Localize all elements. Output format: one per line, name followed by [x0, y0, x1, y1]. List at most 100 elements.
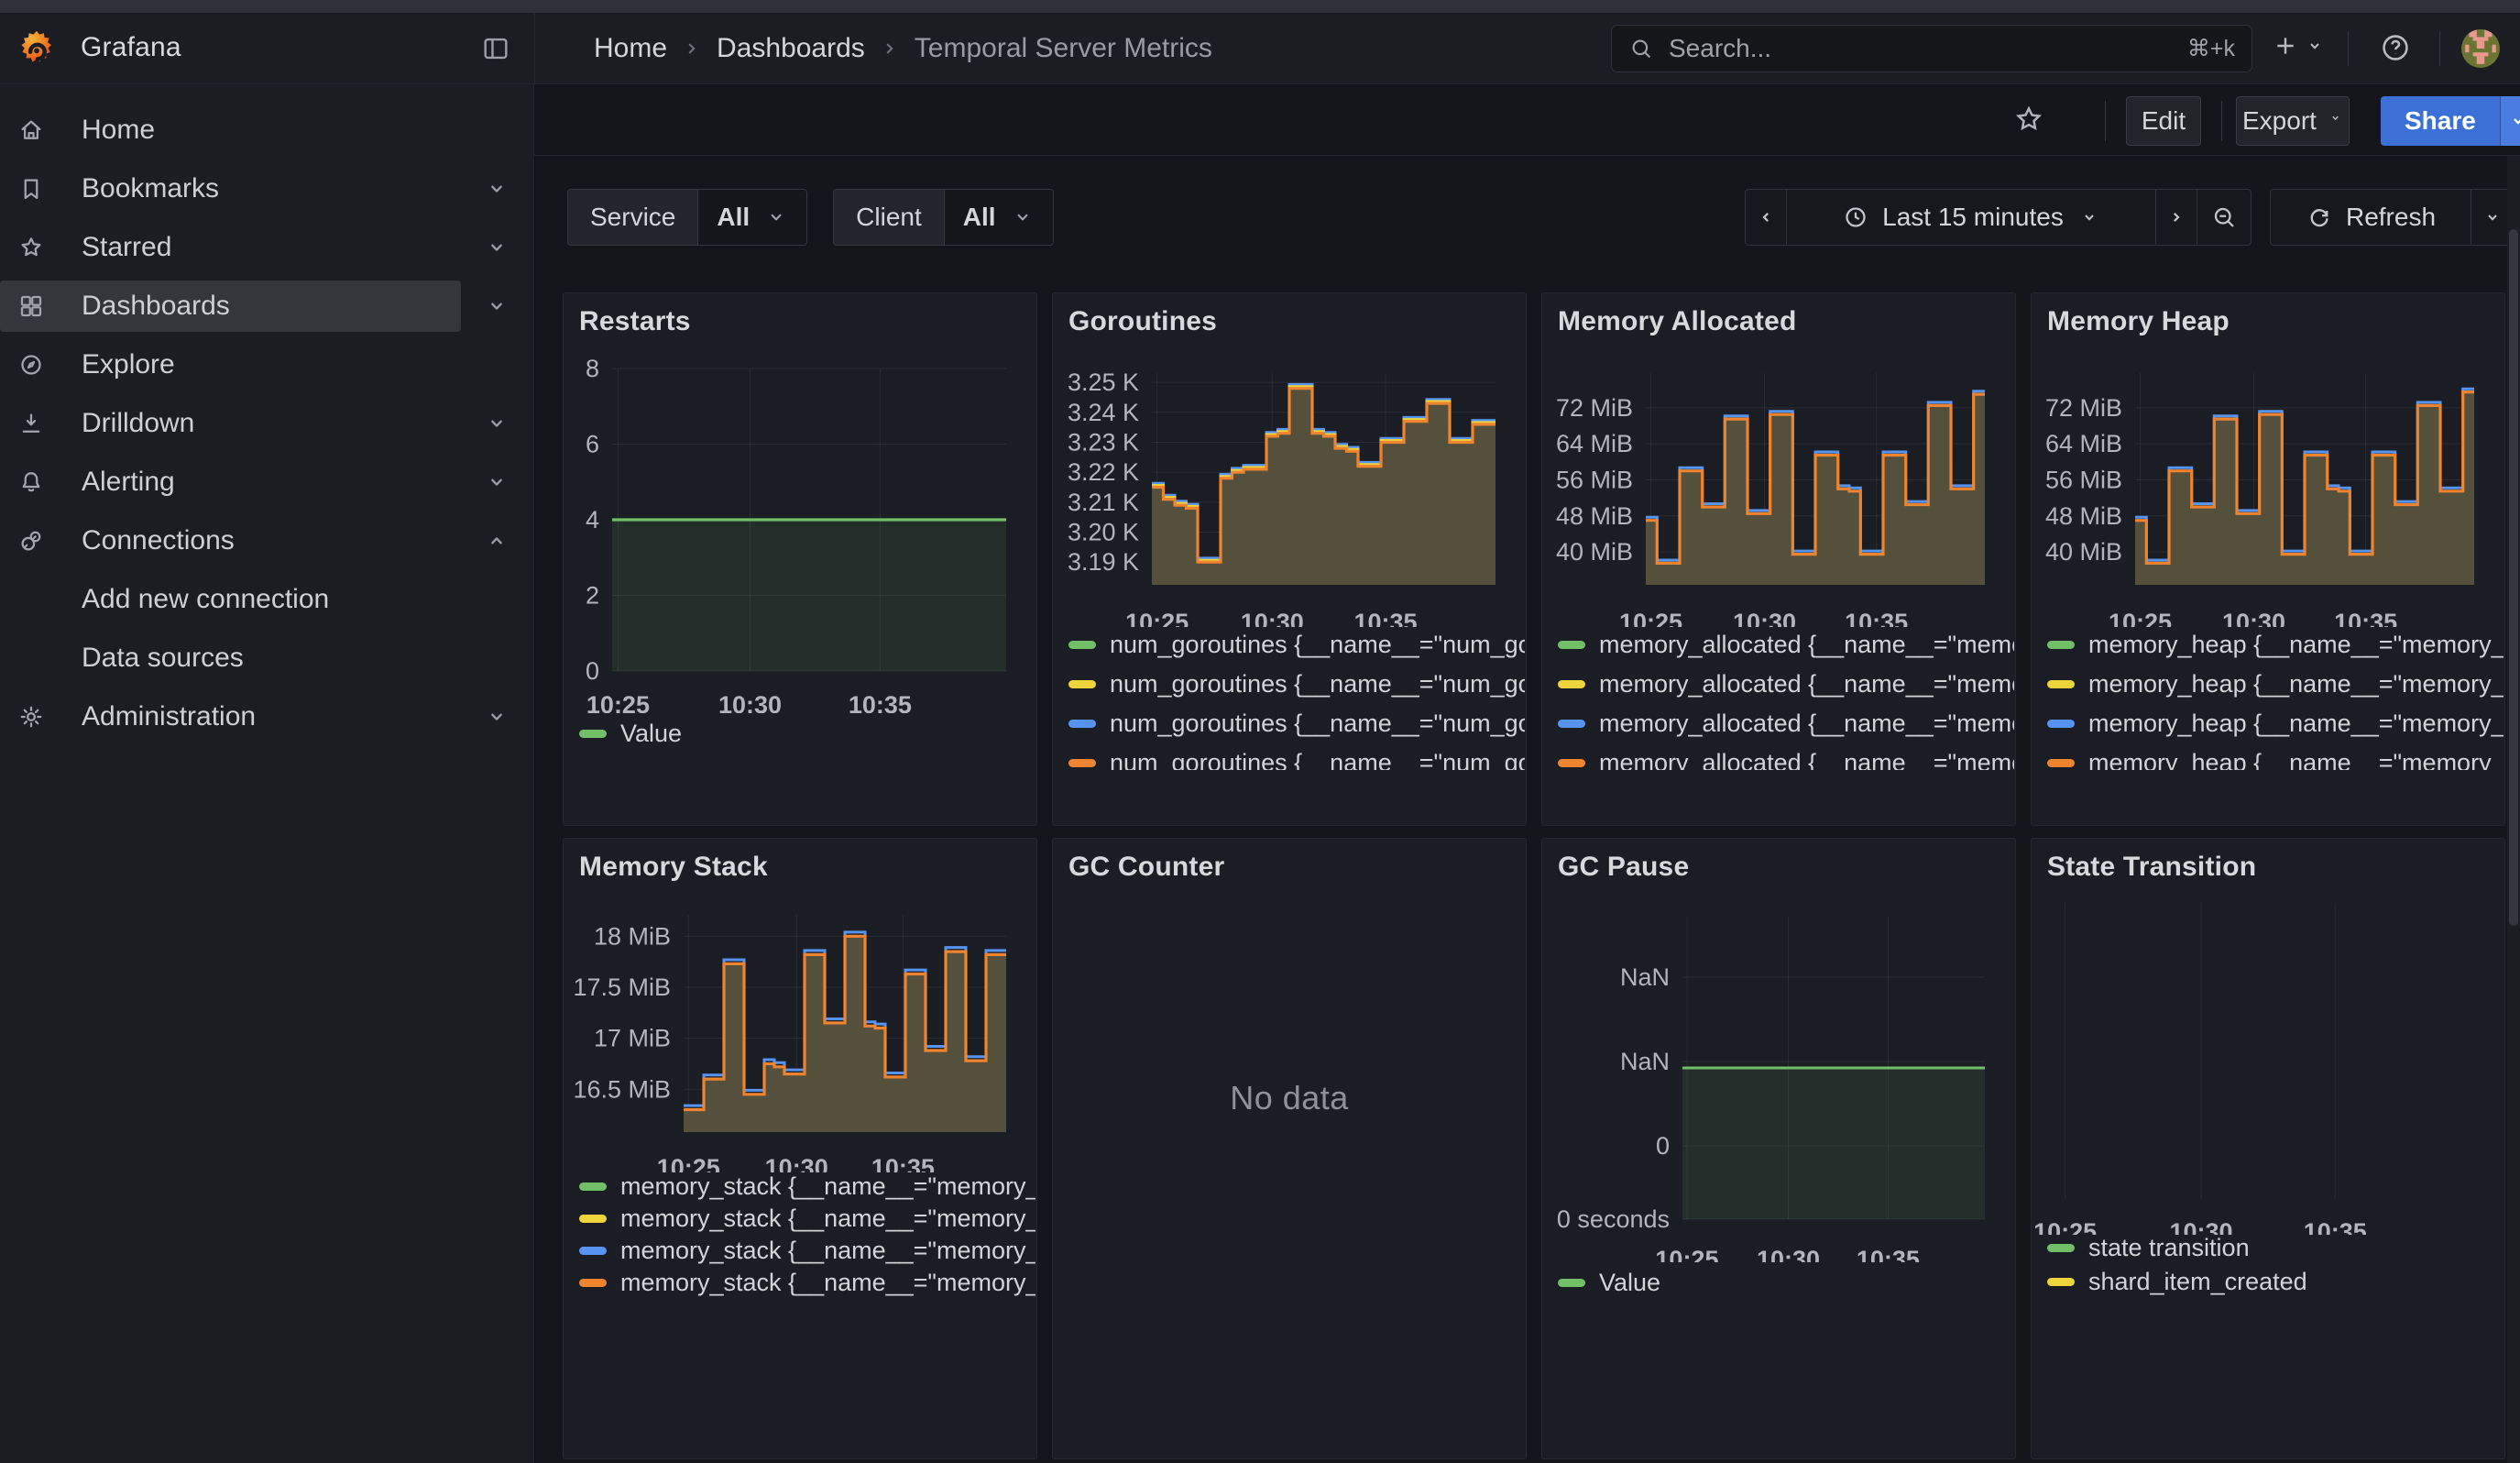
legend-series-label[interactable]: memory_stack {__name__="memory_stack" [620, 1204, 1035, 1233]
chevron-down-icon[interactable] [2304, 35, 2326, 64]
star-icon [17, 234, 45, 261]
legend-item[interactable]: memory_heap {__name__="memory_heap" [2047, 704, 2504, 743]
legend-item[interactable]: memory_allocated {__name__="memory_alloc… [1558, 743, 2014, 770]
time-back-button[interactable] [1746, 190, 1786, 245]
legend-item[interactable]: num_goroutines {__name__="num_goroutines… [1068, 743, 1525, 770]
apps-icon [17, 292, 45, 320]
chevron-up-icon[interactable] [484, 528, 509, 554]
filter-value-dropdown[interactable]: All [698, 190, 806, 245]
legend-series-label[interactable]: memory_heap {__name__="memory_heap" [2088, 749, 2504, 770]
chart-plot[interactable]: 10:2510:3010:3586420 [564, 348, 1037, 713]
avatar[interactable] [2461, 29, 2500, 68]
legend-item[interactable]: num_goroutines {__name__="num_goroutines… [1068, 625, 1525, 665]
legend-series-label[interactable]: memory_stack {__name__="memory_stack" [620, 1172, 1035, 1201]
chevron-down-icon[interactable] [484, 469, 509, 495]
legend-series-label[interactable]: shard_item_created [2088, 1268, 2307, 1296]
legend-series-label[interactable]: memory_heap {__name__="memory_heap" [2088, 710, 2504, 738]
favorite-star-icon[interactable] [2012, 103, 2045, 136]
panel-title[interactable]: Memory Stack [579, 852, 768, 883]
chart-plot[interactable]: 10:2510:3010:3518 MiB17.5 MiB17 MiB16.5 … [564, 894, 1037, 1172]
panel-title[interactable]: State Transition [2047, 852, 2256, 883]
legend-series-label[interactable]: num_goroutines {__name__="num_goroutines… [1110, 670, 1525, 698]
svg-text:10:30: 10:30 [1241, 609, 1304, 627]
sidebar-item-explore-link[interactable]: Explore [0, 339, 461, 390]
legend-item[interactable]: memory_stack {__name__="memory_stack" [579, 1267, 1035, 1299]
legend-item[interactable]: shard_item_created [2047, 1265, 2504, 1299]
breadcrumb-home[interactable]: Home [594, 33, 667, 64]
scrollbar-thumb[interactable] [2509, 229, 2518, 926]
legend-series-label[interactable]: memory_heap {__name__="memory_heap" [2088, 631, 2504, 659]
legend-item[interactable]: memory_allocated {__name__="memory_alloc… [1558, 625, 2014, 665]
help-icon[interactable] [2379, 31, 2412, 64]
sidebar-item-alerting-link[interactable]: Alerting [0, 456, 461, 508]
legend-item[interactable]: memory_allocated {__name__="memory_alloc… [1558, 704, 2014, 743]
panel-title[interactable]: Restarts [579, 306, 691, 337]
grafana-logo-icon[interactable] [16, 28, 57, 69]
legend-item[interactable]: num_goroutines {__name__="num_goroutines… [1068, 665, 1525, 704]
filter-value-dropdown[interactable]: All [945, 190, 1053, 245]
export-button[interactable]: Export [2236, 96, 2350, 146]
panel-title[interactable]: GC Counter [1068, 852, 1224, 883]
panel-title[interactable]: Memory Heap [2047, 306, 2230, 337]
legend-item[interactable]: memory_allocated {__name__="memory_alloc… [1558, 665, 2014, 704]
legend-item[interactable]: memory_stack {__name__="memory_stack" [579, 1171, 1035, 1203]
sidebar-item-dashboards-link[interactable]: Dashboards [0, 280, 461, 332]
svg-text:NaN: NaN [1620, 963, 1670, 991]
legend-item[interactable]: num_goroutines {__name__="num_goroutines… [1068, 704, 1525, 743]
legend-series-label[interactable]: num_goroutines {__name__="num_goroutines… [1110, 631, 1525, 659]
chart-plot[interactable]: 10:2510:3010:35NaNNaN00 seconds [1542, 894, 2016, 1262]
legend-series-label[interactable]: memory_allocated {__name__="memory_alloc… [1599, 710, 2014, 738]
chart-plot[interactable]: 10:2510:3010:353.25 K3.24 K3.23 K3.22 K3… [1053, 348, 1527, 627]
legend-series-label[interactable]: state transition [2088, 1234, 2250, 1262]
sidebar-item-starred-link[interactable]: Starred [0, 222, 461, 273]
legend-series-label[interactable]: memory_stack {__name__="memory_stack" [620, 1237, 1035, 1265]
legend-series-label[interactable]: num_goroutines {__name__="num_goroutines… [1110, 749, 1525, 770]
legend-item[interactable]: memory_stack {__name__="memory_stack" [579, 1235, 1035, 1267]
legend-item[interactable]: Value [579, 713, 1035, 754]
search-input[interactable] [1667, 33, 2175, 64]
legend-item[interactable]: memory_stack {__name__="memory_stack" [579, 1203, 1035, 1235]
legend-item[interactable]: memory_heap {__name__="memory_heap" [2047, 743, 2504, 770]
panel-title[interactable]: GC Pause [1558, 852, 1689, 883]
chevron-down-icon[interactable] [484, 176, 509, 202]
legend-series-label[interactable]: Value [1599, 1269, 1660, 1297]
share-dropdown-button[interactable] [2500, 96, 2520, 146]
legend-series-label[interactable]: num_goroutines {__name__="num_goroutines… [1110, 710, 1525, 738]
chevron-down-icon[interactable] [484, 293, 509, 319]
chart-plot[interactable]: 10:2510:3010:35 [2032, 894, 2505, 1235]
share-button[interactable]: Share [2381, 96, 2500, 146]
chart-plot[interactable]: 10:2510:3010:3572 MiB64 MiB56 MiB48 MiB4… [2032, 348, 2505, 627]
chevron-down-icon[interactable] [484, 411, 509, 436]
edit-button[interactable]: Edit [2126, 96, 2201, 146]
time-range-picker[interactable]: Last 15 minutes [1786, 190, 2155, 245]
legend-item[interactable]: memory_heap {__name__="memory_heap" [2047, 625, 2504, 665]
chart-plot[interactable]: 10:2510:3010:3572 MiB64 MiB56 MiB48 MiB4… [1542, 348, 2016, 627]
legend-item[interactable]: state transition [2047, 1231, 2504, 1265]
sidebar-item-data-sources-link[interactable]: Data sources [0, 632, 461, 684]
chevron-down-icon[interactable] [484, 235, 509, 260]
legend-series-label[interactable]: memory_stack {__name__="memory_stack" [620, 1269, 1035, 1297]
chevron-down-icon[interactable] [484, 704, 509, 730]
sidebar-item-home-link[interactable]: Home [0, 104, 461, 156]
time-forward-button[interactable] [2155, 190, 2197, 245]
legend-series-label[interactable]: memory_allocated {__name__="memory_alloc… [1599, 670, 2014, 698]
legend-item[interactable]: Value [1558, 1262, 2014, 1303]
sidebar-item-administration-link[interactable]: Administration [0, 691, 461, 742]
legend-series-label[interactable]: Value [620, 720, 682, 748]
panel-title[interactable]: Memory Allocated [1558, 306, 1797, 337]
refresh-button[interactable]: Refresh [2271, 190, 2471, 245]
legend-series-label[interactable]: memory_heap {__name__="memory_heap" [2088, 670, 2504, 698]
add-icon[interactable] [2271, 31, 2300, 60]
zoom-out-button[interactable] [2197, 190, 2251, 245]
legend-series-label[interactable]: memory_allocated {__name__="memory_alloc… [1599, 631, 2014, 659]
panel-title[interactable]: Goroutines [1068, 306, 1217, 337]
legend-series-label[interactable]: memory_allocated {__name__="memory_alloc… [1599, 749, 2014, 770]
sidebar-toggle-icon[interactable] [480, 33, 511, 64]
search-box[interactable]: ⌘+k [1611, 25, 2252, 72]
sidebar-item-add-new-connection-link[interactable]: Add new connection [0, 574, 461, 625]
breadcrumb-dashboards[interactable]: Dashboards [717, 33, 865, 64]
sidebar-item-drilldown-link[interactable]: Drilldown [0, 398, 461, 449]
sidebar-item-connections-link[interactable]: Connections [0, 515, 461, 566]
legend-item[interactable]: memory_heap {__name__="memory_heap" [2047, 665, 2504, 704]
sidebar-item-bookmarks-link[interactable]: Bookmarks [0, 163, 461, 214]
